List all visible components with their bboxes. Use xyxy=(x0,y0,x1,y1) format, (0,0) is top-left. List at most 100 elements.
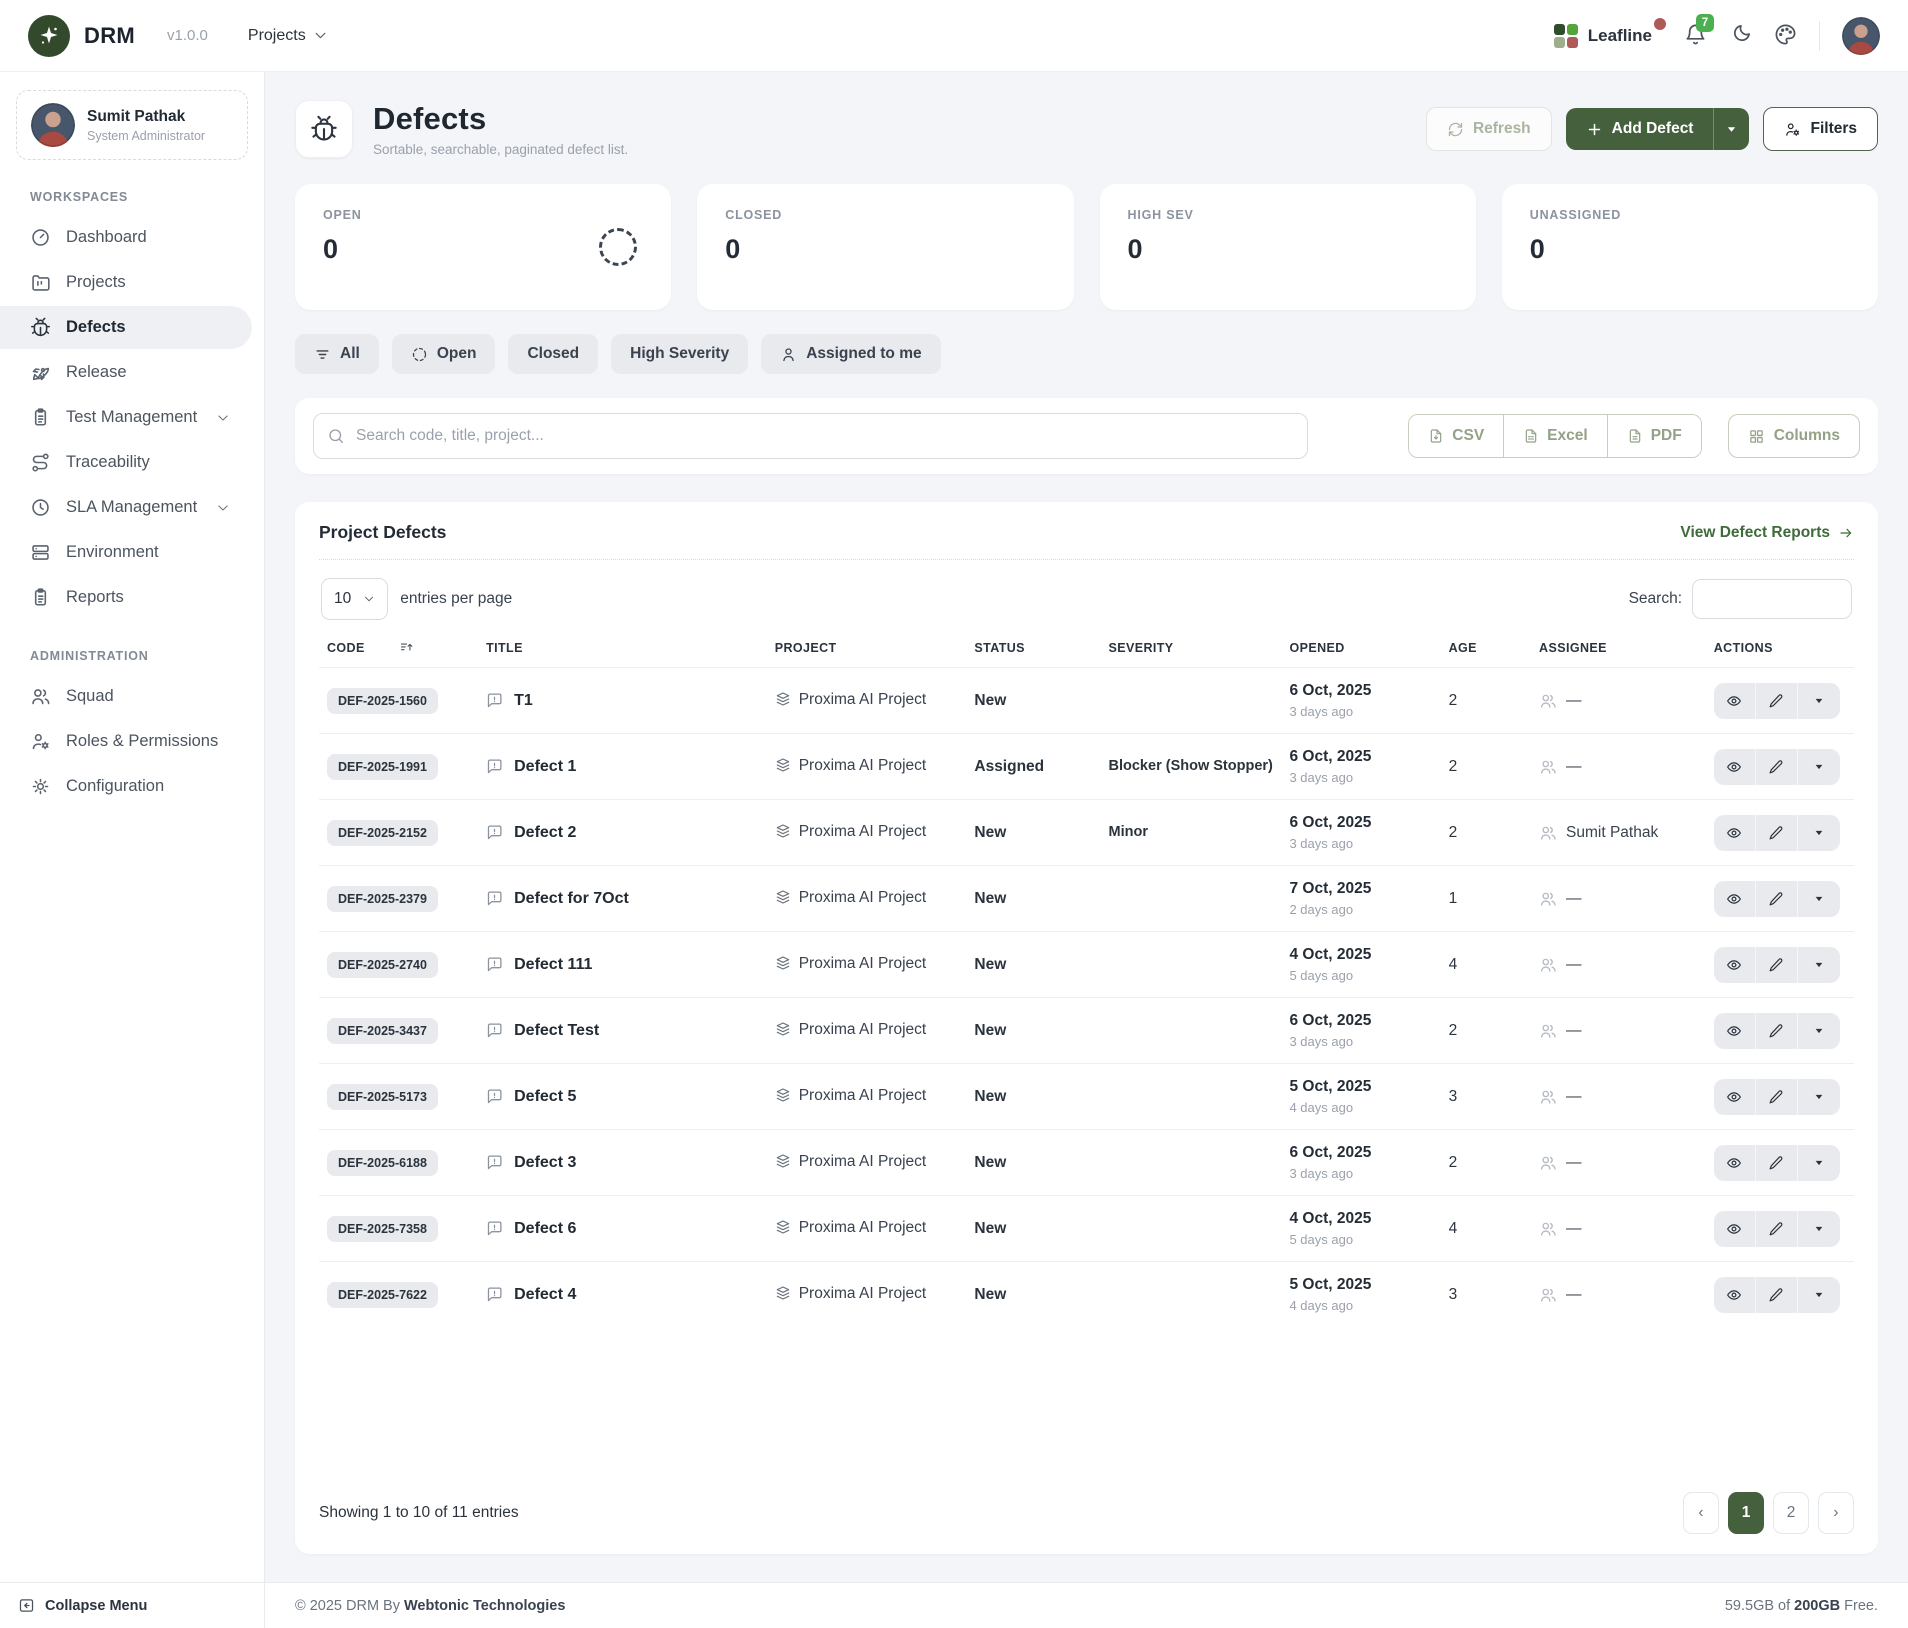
more-actions-button[interactable] xyxy=(1798,749,1840,785)
view-defect-reports-link[interactable]: View Defect Reports xyxy=(1680,524,1854,542)
view-button[interactable] xyxy=(1714,683,1756,719)
edit-button[interactable] xyxy=(1756,1145,1798,1181)
sidebar-item-reports[interactable]: Reports xyxy=(0,576,252,619)
edit-button[interactable] xyxy=(1756,1211,1798,1247)
profile-card[interactable]: Sumit Pathak System Administrator xyxy=(16,90,248,160)
cell-opened: 7 Oct, 20252 days ago xyxy=(1281,866,1440,932)
more-actions-button[interactable] xyxy=(1798,881,1840,917)
sidebar-item-release[interactable]: Release xyxy=(0,351,252,394)
defect-title-link[interactable]: Defect Test xyxy=(486,1022,759,1040)
view-button[interactable] xyxy=(1714,881,1756,917)
sidebar-item-environment[interactable]: Environment xyxy=(0,531,252,574)
quick-filters: All Open Closed High Severity Assigned to me xyxy=(295,334,1878,374)
view-button[interactable] xyxy=(1714,1013,1756,1049)
export-csv-button[interactable]: CSV xyxy=(1409,415,1504,457)
export-pdf-button[interactable]: PDF xyxy=(1608,415,1701,457)
defect-title-link[interactable]: Defect for 7Oct xyxy=(486,890,759,908)
sidebar-item-configuration[interactable]: Configuration xyxy=(0,765,252,808)
edit-button[interactable] xyxy=(1756,1079,1798,1115)
more-actions-button[interactable] xyxy=(1798,815,1840,851)
defect-title-link[interactable]: Defect 5 xyxy=(486,1088,759,1106)
defect-title-link[interactable]: T1 xyxy=(486,692,759,710)
more-actions-button[interactable] xyxy=(1798,1277,1840,1313)
defect-search-input[interactable] xyxy=(313,413,1308,459)
defect-title-link[interactable]: Defect 4 xyxy=(486,1286,759,1304)
defect-title-link[interactable]: Defect 6 xyxy=(486,1220,759,1238)
more-actions-button[interactable] xyxy=(1798,947,1840,983)
view-button[interactable] xyxy=(1714,1277,1756,1313)
pagination-page-1[interactable]: 1 xyxy=(1728,1492,1764,1534)
filter-chip-assigned-to-me[interactable]: Assigned to me xyxy=(761,334,940,374)
filter-chip-high-severity[interactable]: High Severity xyxy=(611,334,748,374)
cell-severity: Minor xyxy=(1101,800,1282,866)
sidebar-item-squad[interactable]: Squad xyxy=(0,675,252,718)
filter-chip-closed[interactable]: Closed xyxy=(508,334,598,374)
appearance-button[interactable] xyxy=(1774,23,1797,49)
edit-button[interactable] xyxy=(1756,947,1798,983)
sidebar-item-defects[interactable]: Defects xyxy=(0,306,252,349)
more-actions-button[interactable] xyxy=(1798,1211,1840,1247)
cell-title: Defect Test xyxy=(478,998,767,1064)
projects-menu[interactable]: Projects xyxy=(248,27,328,45)
file-text-icon xyxy=(1627,428,1643,444)
view-button[interactable] xyxy=(1714,749,1756,785)
page-title: Defects xyxy=(373,101,628,137)
caret-down-icon xyxy=(1814,894,1824,904)
refresh-button[interactable]: Refresh xyxy=(1426,107,1552,151)
opened-relative: 3 days ago xyxy=(1289,1166,1432,1181)
view-button[interactable] xyxy=(1714,815,1756,851)
edit-button[interactable] xyxy=(1756,881,1798,917)
pagination-prev-button[interactable]: ‹ xyxy=(1683,1492,1719,1534)
sidebar-item-roles-permissions[interactable]: Roles & Permissions xyxy=(0,720,252,763)
defect-title-link[interactable]: Defect 1 xyxy=(486,758,759,776)
view-button[interactable] xyxy=(1714,1211,1756,1247)
sidebar-item-test-management[interactable]: Test Management xyxy=(0,396,252,439)
column-header-code[interactable]: CODE xyxy=(319,626,478,668)
collapse-icon xyxy=(18,1597,35,1614)
collapse-menu-button[interactable]: Collapse Menu xyxy=(0,1583,265,1628)
chevron-down-icon xyxy=(363,593,375,605)
cell-code: DEF-2025-3437 xyxy=(319,998,478,1064)
edit-button[interactable] xyxy=(1756,749,1798,785)
edit-button[interactable] xyxy=(1756,683,1798,719)
view-button[interactable] xyxy=(1714,947,1756,983)
sidebar-item-dashboard[interactable]: Dashboard xyxy=(0,216,252,259)
more-actions-button[interactable] xyxy=(1798,1145,1840,1181)
sidebar-item-traceability[interactable]: Traceability xyxy=(0,441,252,484)
refresh-icon xyxy=(1447,121,1464,138)
sort-icon[interactable] xyxy=(399,640,414,655)
theme-toggle-button[interactable] xyxy=(1729,23,1752,49)
defect-title-link[interactable]: Defect 111 xyxy=(486,956,759,974)
add-defect-dropdown-button[interactable] xyxy=(1713,108,1749,150)
view-button[interactable] xyxy=(1714,1079,1756,1115)
cell-actions xyxy=(1706,734,1854,800)
columns-button[interactable]: Columns xyxy=(1728,414,1860,458)
message-icon xyxy=(486,692,503,709)
view-button[interactable] xyxy=(1714,1145,1756,1181)
table-search-input[interactable] xyxy=(1692,579,1852,619)
more-actions-button[interactable] xyxy=(1798,1079,1840,1115)
filters-button[interactable]: Filters xyxy=(1763,107,1878,151)
notifications-button[interactable]: 7 xyxy=(1684,23,1707,49)
pagination-page-2[interactable]: 2 xyxy=(1773,1492,1809,1534)
pagination-next-button[interactable]: › xyxy=(1818,1492,1854,1534)
users-icon xyxy=(30,686,51,707)
edit-button[interactable] xyxy=(1756,815,1798,851)
sidebar-item-projects[interactable]: Projects xyxy=(0,261,252,304)
more-actions-button[interactable] xyxy=(1798,1013,1840,1049)
defect-title-link[interactable]: Defect 3 xyxy=(486,1154,759,1172)
more-actions-button[interactable] xyxy=(1798,683,1840,719)
sidebar-item-sla-management[interactable]: SLA Management xyxy=(0,486,252,529)
filter-chip-all[interactable]: All xyxy=(295,334,379,374)
export-excel-button[interactable]: Excel xyxy=(1504,415,1608,457)
edit-button[interactable] xyxy=(1756,1277,1798,1313)
defect-title-link[interactable]: Defect 2 xyxy=(486,824,759,842)
entries-per-page-select[interactable]: 10 xyxy=(321,578,388,620)
filter-chip-open[interactable]: Open xyxy=(392,334,496,374)
project-cell: Proxima AI Project xyxy=(775,688,959,712)
org-switcher[interactable]: Leafline xyxy=(1554,24,1652,48)
edit-button[interactable] xyxy=(1756,1013,1798,1049)
assignee-cell: — xyxy=(1539,1088,1698,1106)
user-avatar[interactable] xyxy=(1842,17,1880,55)
add-defect-button[interactable]: Add Defect xyxy=(1566,108,1714,150)
